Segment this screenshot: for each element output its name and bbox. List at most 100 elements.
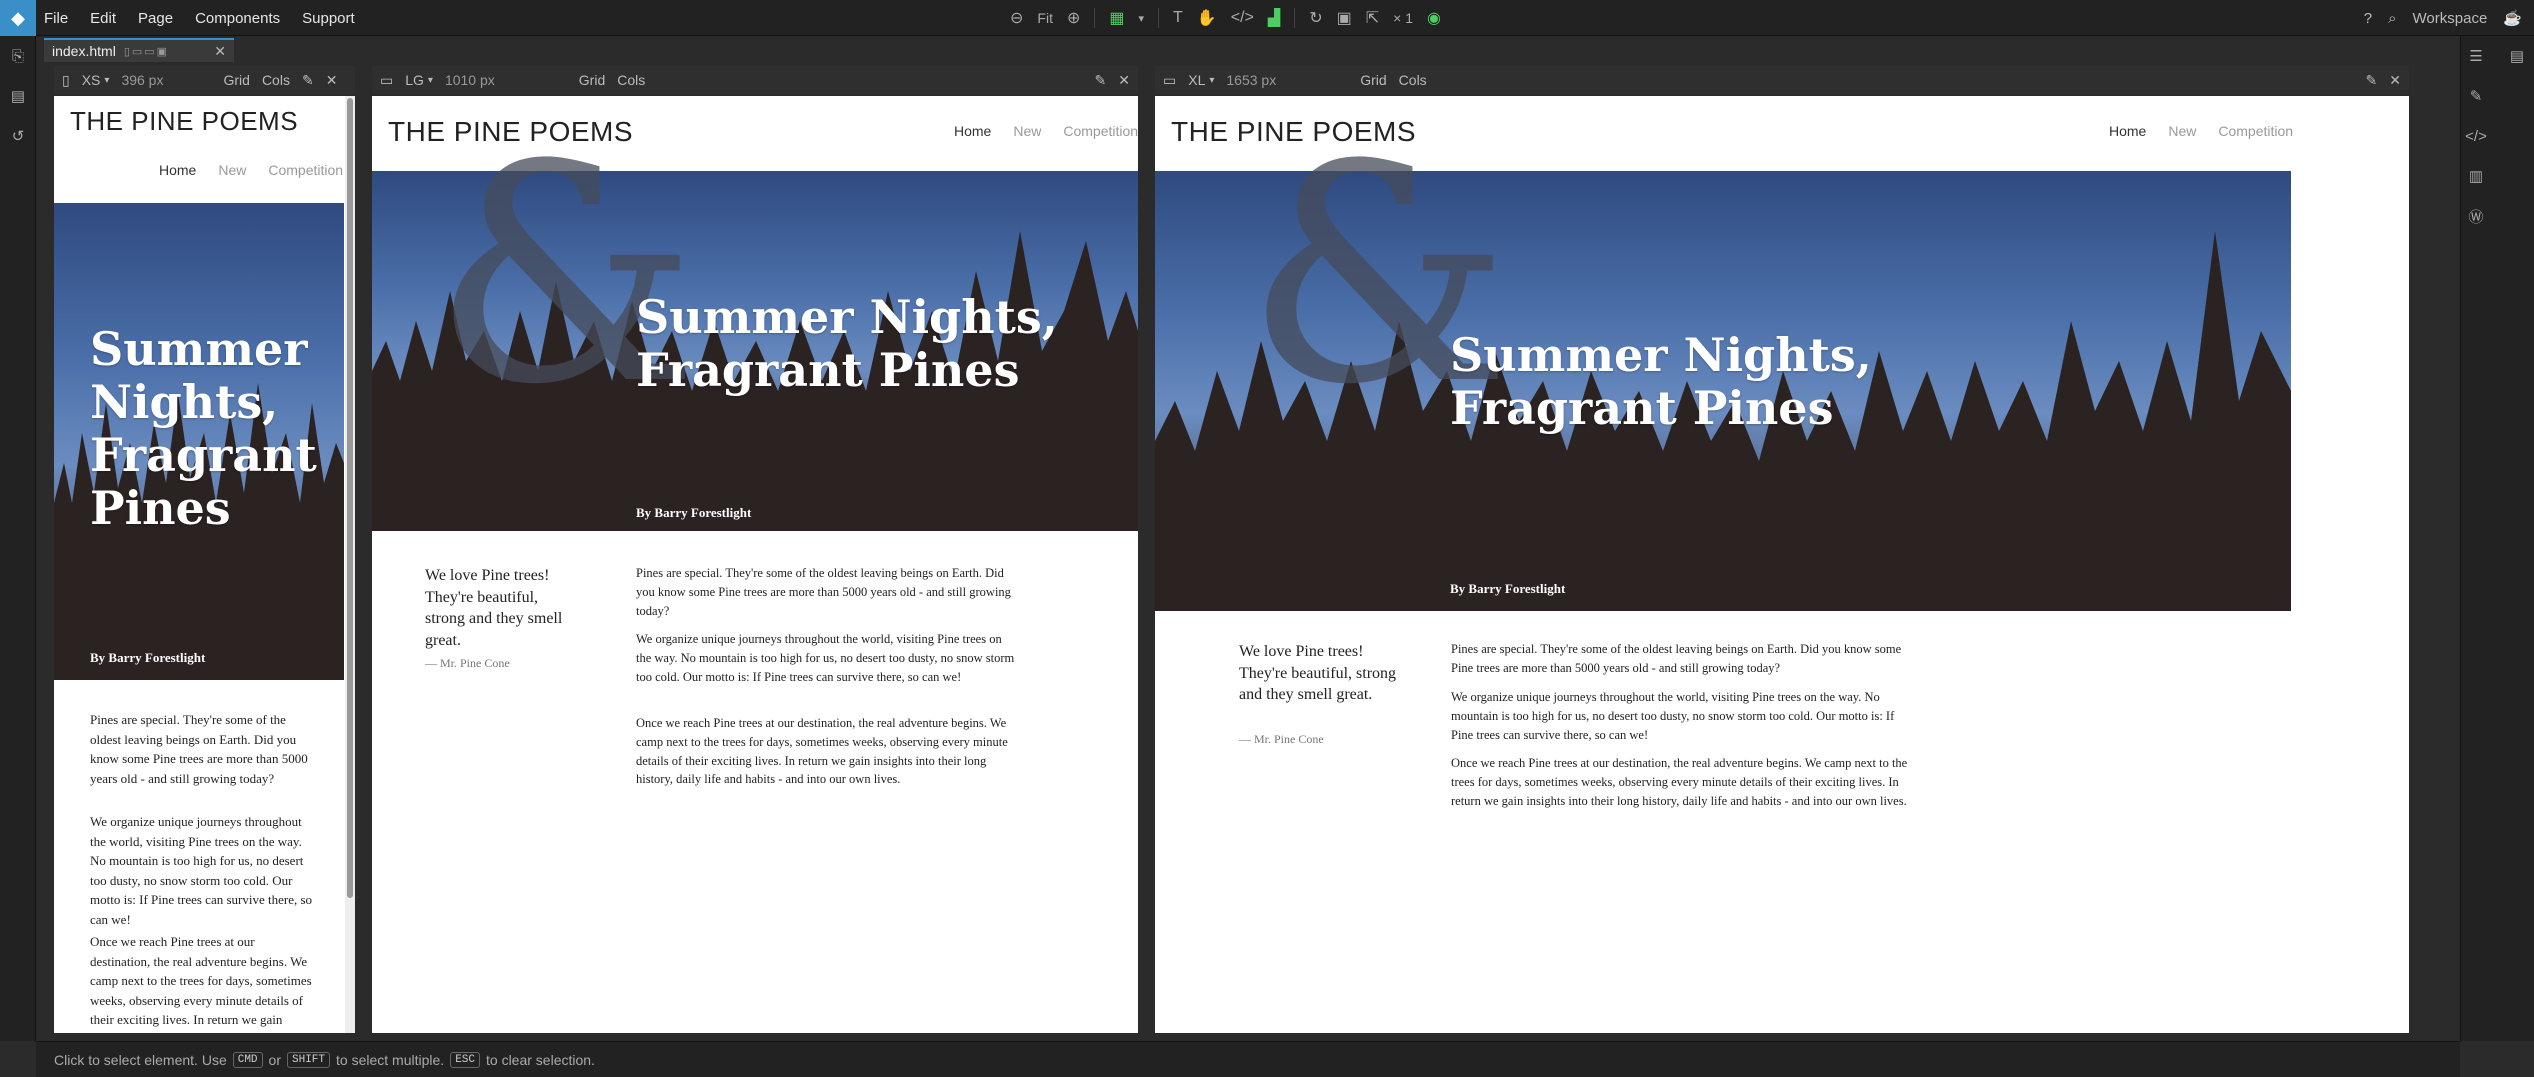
- nav-competition[interactable]: Competition: [2218, 123, 2293, 139]
- menu-file[interactable]: File: [44, 10, 68, 27]
- status-text: to select multiple.: [336, 1051, 445, 1068]
- breakpoint-select[interactable]: LG: [405, 72, 424, 88]
- export-icon[interactable]: ⇱: [1366, 8, 1379, 28]
- menu-page[interactable]: Page: [138, 10, 173, 27]
- refresh-icon[interactable]: ↻: [1309, 8, 1322, 28]
- nav-new[interactable]: New: [1013, 123, 1041, 139]
- view-bar-xs: ▯ XS ▾ 396 px Grid Cols ✎ ✕: [54, 66, 355, 94]
- scrollbar[interactable]: [345, 96, 355, 1033]
- paragraph: Pines are special. They're some of the o…: [90, 712, 308, 786]
- main-menu: File Edit Page Components Support: [44, 0, 355, 36]
- desktop-icon: ▭: [1163, 71, 1177, 88]
- view-width: 1653 px: [1226, 72, 1277, 88]
- close-icon[interactable]: ✕: [326, 72, 338, 89]
- grid-toggle[interactable]: Grid: [1360, 72, 1386, 88]
- menu-bar: ◆ File Edit Page Components Support ⊖ Fi…: [0, 0, 2534, 36]
- toolbar-divider: [1158, 8, 1160, 28]
- hero-section[interactable]: Summer Nights, Fragrant Pines By Barry F…: [54, 203, 344, 680]
- components-icon[interactable]: ▥: [2461, 156, 2491, 196]
- brush-icon[interactable]: ✎: [2366, 72, 2378, 89]
- zoom-in-icon[interactable]: ⊕: [1067, 8, 1080, 28]
- multiplier-label[interactable]: × 1: [1393, 10, 1413, 26]
- cols-toggle[interactable]: Cols: [617, 72, 645, 88]
- workspace-menu[interactable]: Workspace: [2413, 10, 2488, 27]
- quote-author: — Mr. Pine Cone: [425, 656, 510, 670]
- cols-toggle[interactable]: Cols: [262, 72, 290, 88]
- hand-tool-icon[interactable]: ✋: [1197, 8, 1217, 28]
- brush-icon[interactable]: ✎: [1095, 72, 1107, 89]
- chart-icon[interactable]: ▟: [1268, 8, 1280, 28]
- coffee-icon[interactable]: ☕: [2503, 9, 2522, 27]
- chevron-down-icon[interactable]: ▾: [428, 75, 433, 86]
- document-tabs: index.html ▯▭▭▣ ✕: [36, 36, 2460, 62]
- breakpoint-select[interactable]: XL: [1188, 72, 1205, 88]
- library-icon[interactable]: ▤: [0, 76, 36, 116]
- code-icon[interactable]: </>: [1231, 9, 1254, 27]
- hero-title-line: Fragrant: [90, 427, 317, 482]
- phone-icon: ▯: [62, 71, 70, 88]
- status-bar: Click to select element. Use CMD or SHIF…: [36, 1041, 2460, 1077]
- right-tools-secondary: ▤: [2499, 36, 2534, 76]
- brush-icon[interactable]: ✎: [302, 72, 314, 89]
- left-sidebar: ⎘ ▤ ↺: [0, 36, 36, 1041]
- nav-home[interactable]: Home: [159, 162, 196, 178]
- chevron-down-icon[interactable]: ▾: [104, 75, 109, 86]
- kbd-shift: SHIFT: [287, 1051, 331, 1068]
- wordpress-icon[interactable]: Ⓦ: [2461, 196, 2491, 236]
- scroll-thumb[interactable]: [347, 98, 353, 898]
- view-bar-lg: ▭ LG ▾ 1010 px Grid Cols ✎ ✕: [372, 66, 1138, 94]
- file-add-icon[interactable]: ⎘: [0, 36, 36, 76]
- help-icon[interactable]: ?: [2364, 10, 2372, 27]
- menu-edit[interactable]: Edit: [90, 10, 116, 27]
- close-icon[interactable]: ✕: [1118, 72, 1130, 89]
- grid-toggle[interactable]: Grid: [579, 72, 605, 88]
- close-icon[interactable]: ✕: [214, 43, 226, 60]
- grid-toggle[interactable]: Grid: [223, 72, 249, 88]
- preview-icon[interactable]: ▣: [1337, 8, 1352, 28]
- cols-toggle[interactable]: Cols: [1399, 72, 1427, 88]
- preview-frame-lg[interactable]: THE PINE POEMS Home New Competition & Su…: [372, 96, 1138, 1033]
- brush-icon[interactable]: ✎: [2461, 76, 2491, 116]
- hero-title-line: Summer Nights,: [636, 290, 1058, 344]
- preview-frame-xs[interactable]: THE PINE POEMS Home New Competition Summ…: [54, 96, 355, 1033]
- site-nav: Home New Competition: [159, 162, 343, 178]
- nav-competition[interactable]: Competition: [268, 162, 343, 178]
- nav-new[interactable]: New: [2168, 123, 2196, 139]
- chevron-down-icon[interactable]: ▾: [1139, 12, 1145, 25]
- hero-title-line: Nights,: [90, 374, 279, 429]
- nav-competition[interactable]: Competition: [1063, 123, 1138, 139]
- kbd-cmd: CMD: [232, 1051, 263, 1068]
- paragraph: We organize unique journeys throughout t…: [636, 632, 1015, 684]
- byline: By Barry Forestlight: [90, 650, 206, 665]
- history-icon[interactable]: ↺: [0, 116, 36, 156]
- close-icon[interactable]: ✕: [2389, 72, 2401, 89]
- layout-grid-icon[interactable]: ▦: [1109, 8, 1124, 28]
- preview-frame-xl[interactable]: THE PINE POEMS Home New Competition & Su…: [1155, 96, 2409, 1033]
- chevron-down-icon[interactable]: ▾: [1209, 75, 1214, 86]
- right-tools-column: ☰ ✎ </> ▥ Ⓦ: [2461, 36, 2491, 236]
- site-title[interactable]: THE PINE POEMS: [70, 106, 298, 137]
- app-logo-icon[interactable]: ◆: [0, 0, 36, 36]
- breakpoint-select[interactable]: XS: [82, 72, 101, 88]
- pull-quote: We love Pine trees! They're beautiful, s…: [425, 567, 563, 649]
- visibility-off-icon[interactable]: ◉: [1427, 8, 1441, 28]
- nav-home[interactable]: Home: [954, 123, 991, 139]
- view-width: 1010 px: [444, 72, 495, 88]
- sliders-icon[interactable]: ☰: [2461, 36, 2491, 76]
- nav-new[interactable]: New: [218, 162, 246, 178]
- tab-index-html[interactable]: index.html ▯▭▭▣ ✕: [44, 38, 234, 62]
- hero-title: Summer Nights, Fragrant Pines: [1450, 329, 1872, 435]
- zoom-out-icon[interactable]: ⊖: [1010, 8, 1023, 28]
- hero-title-line: Fragrant Pines: [636, 342, 1020, 397]
- status-text: Click to select element. Use: [54, 1051, 227, 1068]
- menu-components[interactable]: Components: [195, 10, 280, 27]
- paragraph: Once we reach Pine trees at our destinat…: [1451, 756, 1908, 808]
- code-icon[interactable]: </>: [2461, 116, 2491, 156]
- menu-support[interactable]: Support: [302, 10, 355, 27]
- fit-button[interactable]: Fit: [1037, 10, 1053, 26]
- byline: By Barry Forestlight: [636, 505, 752, 520]
- nav-home[interactable]: Home: [2109, 123, 2146, 139]
- panel-toggle-icon[interactable]: ▤: [2499, 36, 2534, 76]
- search-icon[interactable]: ⌕: [2388, 10, 2396, 27]
- text-tool-icon[interactable]: T: [1173, 9, 1183, 27]
